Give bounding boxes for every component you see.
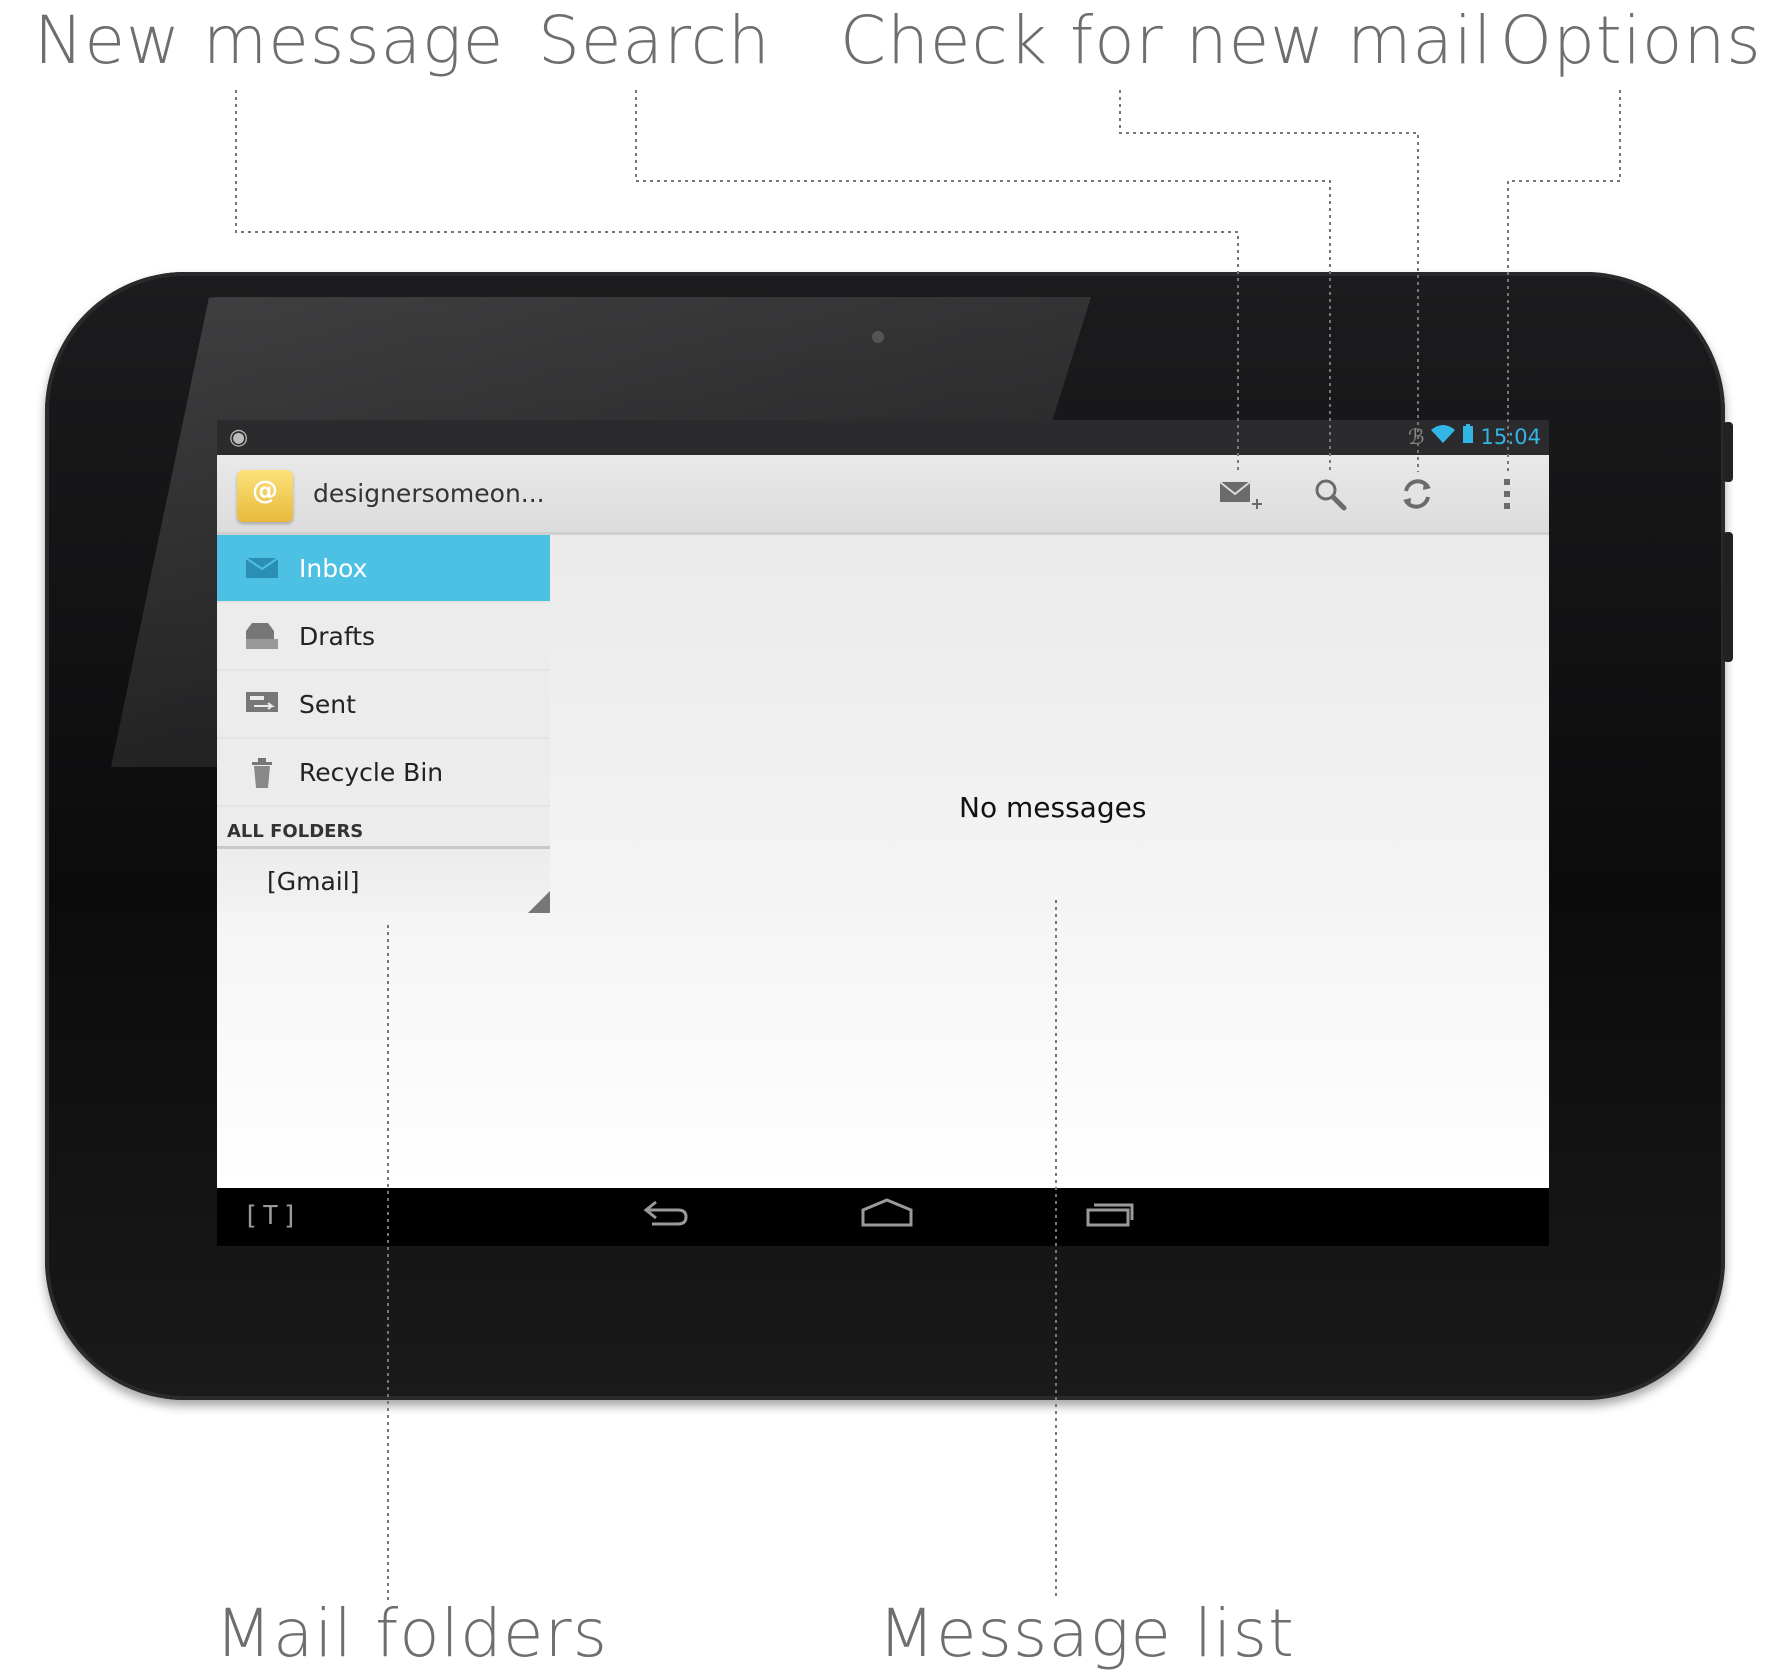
back-icon xyxy=(643,1200,688,1226)
account-name[interactable]: designersomeon... xyxy=(313,479,545,508)
callout-message-list: Message list xyxy=(878,1595,1295,1672)
trash-icon xyxy=(245,758,279,788)
folder-label: Drafts xyxy=(299,621,376,651)
volume-button xyxy=(1723,532,1733,662)
recent-apps-icon xyxy=(1086,1203,1134,1227)
folder-gmail[interactable]: [Gmail] xyxy=(217,849,550,913)
wifi-icon xyxy=(1430,424,1456,449)
bluetooth-icon: ℬ xyxy=(1407,424,1425,449)
drafts-icon xyxy=(245,623,279,649)
message-list-empty-text: No messages xyxy=(959,791,1147,824)
status-icons: ℬ 15:04 xyxy=(1408,424,1541,449)
refresh-icon xyxy=(1403,479,1431,509)
recent-apps-button[interactable] xyxy=(1086,1198,1136,1236)
callout-mail-folders: Mail folders xyxy=(215,1595,609,1672)
overflow-menu-button[interactable] xyxy=(1479,473,1535,515)
folder-drafts[interactable]: Drafts xyxy=(217,603,550,671)
notification-label: [T] xyxy=(243,1201,302,1231)
callout-check-mail: Check for new mail xyxy=(840,2,1493,79)
mail-folders-sidebar: Inbox Drafts Sent Recycle Bin ALL FOLDER… xyxy=(217,535,550,913)
email-app-icon[interactable]: @ xyxy=(237,470,293,522)
callout-search: Search xyxy=(538,2,771,79)
screen: ◉ ℬ 15:04 @ designersomeon... Inbox Draf… xyxy=(217,420,1549,1246)
new-message-button[interactable] xyxy=(1212,473,1268,515)
folder-inbox[interactable]: Inbox xyxy=(217,535,550,603)
folder-label: Sent xyxy=(299,689,356,719)
email-app: @ designersomeon... Inbox Drafts Sent Re… xyxy=(217,455,1549,1188)
folder-label: Inbox xyxy=(299,553,368,583)
overflow-menu-icon xyxy=(1504,479,1510,509)
inbox-icon xyxy=(245,555,279,581)
callout-new-message: New message xyxy=(34,2,505,79)
android-icon: ◉ xyxy=(229,425,249,450)
battery-icon xyxy=(1462,424,1474,449)
new-message-icon xyxy=(1219,481,1262,509)
action-bar: @ designersomeon... xyxy=(217,455,1549,535)
home-icon xyxy=(861,1198,913,1227)
folder-sent[interactable]: Sent xyxy=(217,671,550,739)
search-button[interactable] xyxy=(1302,473,1358,515)
front-camera xyxy=(872,331,884,343)
folder-label: [Gmail] xyxy=(267,866,360,896)
sent-icon xyxy=(245,691,279,717)
navigation-bar: [T] xyxy=(217,1188,1549,1246)
home-button[interactable] xyxy=(861,1198,913,1236)
status-bar: ◉ ℬ 15:04 xyxy=(217,420,1549,455)
folder-label: Recycle Bin xyxy=(299,757,444,787)
expand-corner-icon[interactable] xyxy=(528,891,550,913)
callout-options: Options xyxy=(1500,2,1762,79)
power-button xyxy=(1723,422,1733,482)
back-button[interactable] xyxy=(642,1198,690,1236)
all-folders-header: ALL FOLDERS xyxy=(217,807,550,849)
status-time: 15:04 xyxy=(1480,424,1541,449)
refresh-button[interactable] xyxy=(1389,473,1445,515)
tablet-device: ◉ ℬ 15:04 @ designersomeon... Inbox Draf… xyxy=(45,272,1733,1400)
folder-recycle-bin[interactable]: Recycle Bin xyxy=(217,739,550,807)
search-icon xyxy=(1315,479,1347,511)
